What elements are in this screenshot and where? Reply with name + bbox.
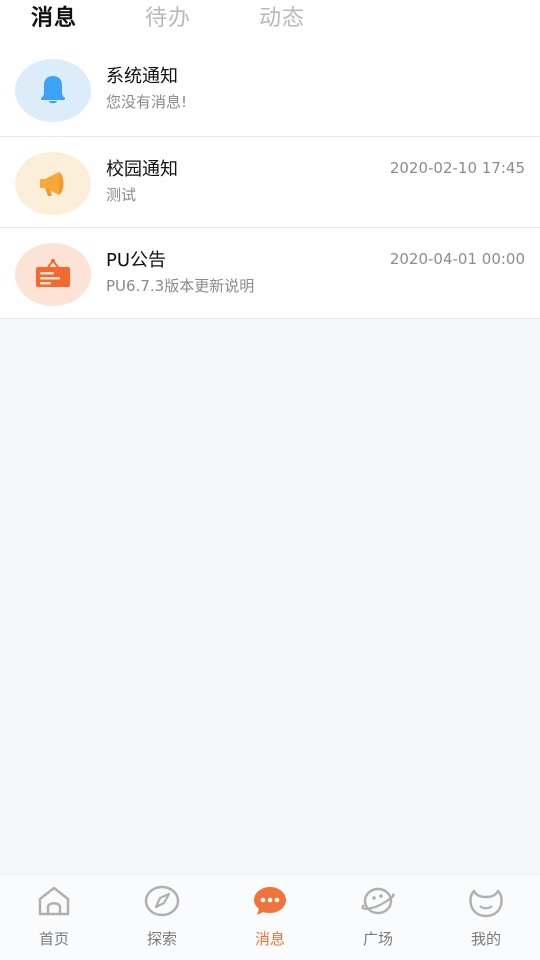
compass-icon xyxy=(144,885,180,917)
nav-label: 我的 xyxy=(470,930,501,948)
nav-square[interactable]: 广场 xyxy=(324,875,432,960)
bottom-navigation: 首页 探索 消息 广场 我的 xyxy=(0,874,540,960)
bell-icon xyxy=(15,59,91,122)
nav-label: 探索 xyxy=(146,930,177,948)
message-row-campus[interactable]: 校园通知 测试 2020-02-10 17:45 xyxy=(0,137,540,228)
face-icon xyxy=(469,889,503,918)
nav-label: 广场 xyxy=(362,930,393,948)
message-preview: 测试 xyxy=(106,186,137,204)
nav-explore[interactable]: 探索 xyxy=(108,875,216,960)
megaphone-icon xyxy=(15,152,91,215)
nav-mine[interactable]: 我的 xyxy=(432,875,540,960)
nav-label: 消息 xyxy=(254,930,285,948)
message-preview: PU6.7.3版本更新说明 xyxy=(106,277,255,295)
tab-todo[interactable]: 待办 xyxy=(145,4,191,34)
message-time: 2020-02-10 17:45 xyxy=(389,159,525,177)
message-list: 系统通知 您没有消息! 校园通知 测试 2020-02-10 17:45 PU公… xyxy=(0,44,540,319)
message-title: 系统通知 xyxy=(106,66,178,87)
chat-icon xyxy=(254,887,286,915)
message-row-announcement[interactable]: PU公告 PU6.7.3版本更新说明 2020-04-01 00:00 xyxy=(0,228,540,319)
notice-board-icon xyxy=(15,243,91,306)
message-title: PU公告 xyxy=(106,250,167,271)
top-tab-bar: 消息 待办 动态 xyxy=(0,0,540,44)
planet-icon xyxy=(361,887,395,915)
home-icon xyxy=(38,886,70,916)
nav-label: 首页 xyxy=(38,930,69,948)
nav-messages[interactable]: 消息 xyxy=(216,875,324,960)
message-preview: 您没有消息! xyxy=(106,93,188,111)
message-time: 2020-04-01 00:00 xyxy=(389,250,525,268)
message-title: 校园通知 xyxy=(106,159,178,180)
tab-activity[interactable]: 动态 xyxy=(259,4,305,34)
nav-home[interactable]: 首页 xyxy=(0,875,108,960)
tab-messages[interactable]: 消息 xyxy=(31,4,77,34)
message-row-system[interactable]: 系统通知 您没有消息! xyxy=(0,44,540,137)
